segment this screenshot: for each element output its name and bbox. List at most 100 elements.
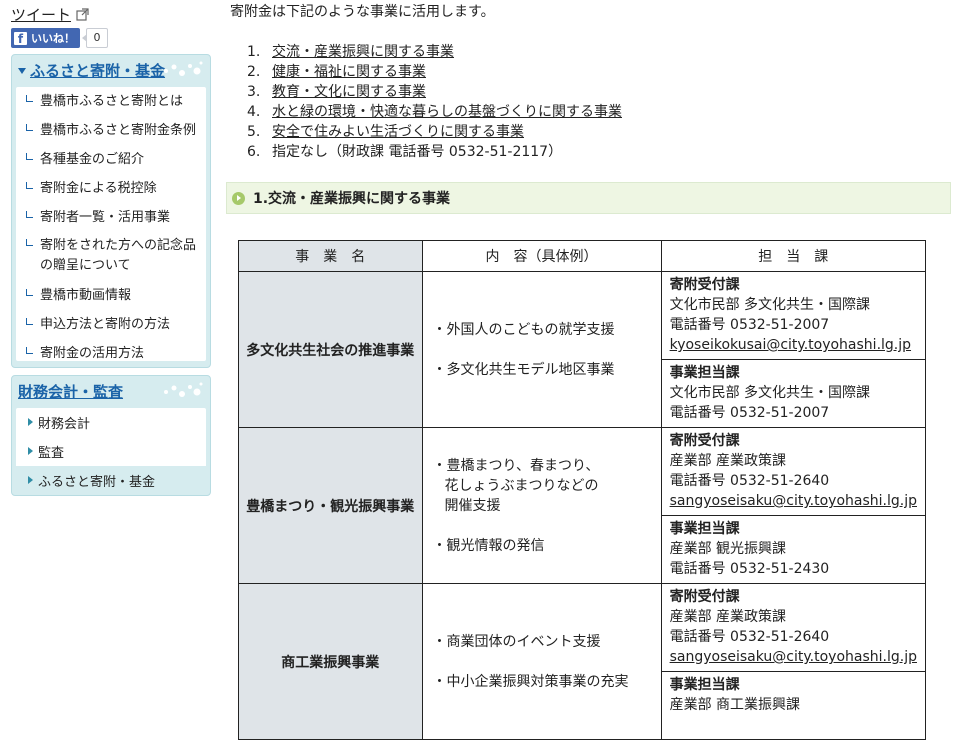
content-item-continued: 花しょうぶまつりなどの [444,477,599,494]
like-count: 0 [82,28,108,48]
column-header-name: 事 業 名 [238,240,423,272]
sidebar-item-label: 寄附金の活用方法 [40,346,145,361]
content-item: ・観光情報の発信 [432,537,545,554]
finance-link-list: 財務会計 監査 ふるさと寄附・基金 [16,408,206,495]
project-table: 事 業 名 内 容（具体例） 担 当 課 多文化共生社会の推進事業 ・外国人のこ… [238,240,927,740]
sidebar-item-label: 寄附者一覧・活用事業 [40,210,171,225]
dept-division: 産業部 観光振興課 [669,541,787,557]
dept-cell-reception: 寄附受付課 産業部 産業政策課 電話番号 0532-51-2640 sangyo… [660,583,927,672]
purpose-link-health[interactable]: 健康・福祉に関する事業 [272,62,426,82]
dept-role: 事業担当課 [669,365,740,381]
dept-cell-project: 事業担当課 産業部 観光振興課 電話番号 0532-51-2430 [660,515,927,584]
list-number: 2. [247,64,261,80]
project-name: 豊橋まつり・観光振興事業 [238,427,423,584]
triangle-right-icon [28,418,33,426]
sidebar-item-furusato-current[interactable]: ふるさと寄附・基金 [16,466,206,495]
corner-arrow-icon [26,289,33,296]
content-item: ・商業団体のイベント支援 [432,633,601,650]
sidebar-item-label: 寄附金による税控除 [40,181,157,196]
content-item: ・外国人のこどもの就学支援 [432,321,615,338]
circle-arrow-icon [232,191,245,205]
facebook-icon: f [14,31,27,46]
corner-arrow-icon [26,153,33,160]
sidebar-item-label: 財務会計 [38,417,91,432]
purpose-item: 1. 交流・産業振興に関する事業 [247,42,622,62]
corner-arrow-icon [26,347,33,354]
dept-cell-reception: 寄附受付課 文化市民部 多文化共生・国際課 電話番号 0532-51-2007 … [660,271,927,360]
email-link[interactable]: sangyoseisaku@city.toyohashi.lg.jp [670,649,917,665]
purpose-link-education[interactable]: 教育・文化に関する事業 [272,82,426,102]
dept-cell-project: 事業担当課 産業部 商工業振興課 [660,671,927,740]
list-number: 1. [247,44,261,60]
sidebar-item-donor-list[interactable]: 寄附者一覧・活用事業 [16,203,206,232]
table-row: 商工業振興事業 ・商業団体のイベント支援 ・中小企業振興対策事業の充実 寄附受付… [238,583,927,740]
sidebar-item-accounting[interactable]: 財務会計 [16,408,206,437]
purpose-text-none: 指定なし（財政課 電話番号 0532-51-2117） [272,144,563,160]
sidebar-item-application[interactable]: 申込方法と寄附の方法 [16,310,206,339]
sidebar-item-audit[interactable]: 監査 [16,437,206,466]
corner-arrow-icon [26,211,33,218]
sidebar-item-about[interactable]: 豊橋市ふるさと寄附とは [16,87,206,116]
sidebar-item-gifts[interactable]: 寄附をされた方への記念品の贈呈について [16,232,206,281]
content-item: ・多文化共生モデル地区事業 [432,361,615,378]
purpose-item: 4. 水と緑の環境・快適な暮らしの基盤づくりに関する事業 [247,102,622,122]
dept-role: 事業担当課 [669,677,740,693]
box-header: ふるさと寄附・基金 [12,55,210,87]
dept-cell-reception: 寄附受付課 産業部 産業政策課 電話番号 0532-51-2640 sangyo… [660,427,927,516]
sidebar-item-ordinance[interactable]: 豊橋市ふるさと寄附金条例 [16,116,206,145]
triangle-right-icon [28,476,33,484]
list-number: 4. [247,104,261,120]
purpose-item: 6. 指定なし（財政課 電話番号 0532-51-2117） [247,142,622,162]
project-content: ・豊橋まつり、春まつり、 花しょうぶまつりなどの 開催支援 ・観光情報の発信 [421,427,662,584]
column-header-dept: 担 当 課 [660,240,927,272]
chevron-down-icon [18,67,26,74]
box-title-text: ふるさと寄附・基金 [30,62,166,80]
triangle-right-icon [28,447,33,455]
section-title: 1.交流・産業振興に関する事業 [253,191,451,207]
tweet-link[interactable]: ツイート [11,4,71,25]
box-title-text: 財務会計・監査 [18,383,124,401]
dept-phone: 電話番号 0532-51-2007 [669,317,830,333]
external-link-icon [76,7,89,21]
corner-arrow-icon [26,318,33,325]
dept-division: 産業部 産業政策課 [669,453,787,469]
purpose-link-exchange[interactable]: 交流・産業振興に関する事業 [272,42,454,62]
content-item: ・中小企業振興対策事業の充実 [432,673,629,690]
sidebar-item-label: 豊橋市ふるさと寄附金条例 [40,123,197,138]
dept-role: 寄附受付課 [669,589,740,605]
email-link[interactable]: sangyoseisaku@city.toyohashi.lg.jp [670,493,917,509]
table-row: 豊橋まつり・観光振興事業 ・豊橋まつり、春まつり、 花しょうぶまつりなどの 開催… [238,427,927,584]
sidebar-item-usage[interactable]: 寄附金の活用方法 [16,339,206,364]
dept-cell-project: 事業担当課 文化市民部 多文化共生・国際課 電話番号 0532-51-2007 [660,359,927,428]
project-name: 多文化共生社会の推進事業 [238,271,423,428]
table-header-row: 事 業 名 内 容（具体例） 担 当 課 [238,240,927,272]
corner-arrow-icon [26,239,33,246]
facebook-like-button[interactable]: f いいね！ [11,28,80,48]
dept-phone: 電話番号 0532-51-2430 [669,561,830,577]
email-link[interactable]: kyoseikokusai@city.toyohashi.lg.jp [670,337,911,353]
content-item-continued: 開催支援 [444,497,501,514]
table-row: 多文化共生社会の推進事業 ・外国人のこどもの就学支援 ・多文化共生モデル地区事業… [238,271,927,428]
purpose-item: 5. 安全で住みよい生活づくりに関する事業 [247,122,622,142]
dept-division: 文化市民部 多文化共生・国際課 [669,297,871,313]
sidebar-item-tax-deduction[interactable]: 寄附金による税控除 [16,174,206,203]
column-header-content: 内 容（具体例） [421,240,662,272]
sidebar-item-video[interactable]: 豊橋市動画情報 [16,281,206,310]
sidebar-finance-box: 財務会計・監査 財務会計 監査 ふるさと寄附・基金 [11,375,211,496]
corner-arrow-icon [26,182,33,189]
list-number: 5. [247,124,261,140]
furusato-link-list: 豊橋市ふるさと寄附とは 豊橋市ふるさと寄附金条例 各種基金のご紹介 寄附金による… [16,87,206,361]
purpose-link-environment[interactable]: 水と緑の環境・快適な暮らしの基盤づくりに関する事業 [272,102,622,122]
sidebar-item-funds[interactable]: 各種基金のご紹介 [16,145,206,174]
tweet-row: ツイート [11,3,89,25]
dept-phone: 電話番号 0532-51-2640 [669,629,830,645]
sidebar-item-label: 申込方法と寄附の方法 [40,317,171,332]
project-content: ・外国人のこどもの就学支援 ・多文化共生モデル地区事業 [421,271,662,428]
sidebar-furusato-box: ふるさと寄附・基金 豊橋市ふるさと寄附とは 豊橋市ふるさと寄附金条例 各種基金の… [11,54,211,368]
dept-division: 産業部 産業政策課 [669,609,787,625]
dept-division: 産業部 商工業振興課 [669,697,801,713]
dept-phone: 電話番号 0532-51-2640 [669,473,830,489]
list-number: 6. [247,144,261,160]
sidebar-item-label: 豊橋市ふるさと寄附とは [40,94,184,109]
purpose-link-safety[interactable]: 安全で住みよい生活づくりに関する事業 [272,122,524,142]
